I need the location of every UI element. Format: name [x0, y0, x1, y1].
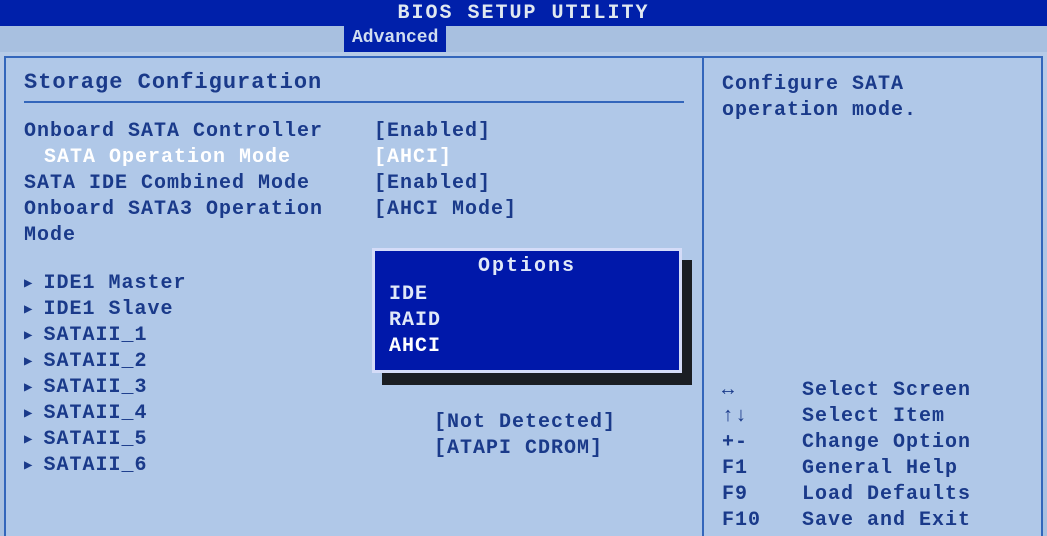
key-sym: F1 [722, 456, 802, 482]
key-select-screen: ↔ Select Screen [722, 378, 1023, 404]
section-title: Storage Configuration [24, 70, 684, 95]
device-label: SATAII_3 [43, 375, 373, 401]
help-text: Configure SATA operation mode. [722, 72, 1023, 124]
tab-bar: Advanced [0, 26, 1047, 52]
key-sym: ↔ [722, 378, 802, 404]
setting-onboard-sata[interactable]: Onboard SATA Controller [Enabled] [24, 119, 684, 145]
options-popup-title: Options [375, 251, 679, 282]
section-divider [24, 101, 684, 103]
setting-sata-operation-mode[interactable]: SATA Operation Mode [AHCI] [24, 145, 684, 171]
key-load-defaults: F9 Load Defaults [722, 482, 1023, 508]
key-change-option: +- Change Option [722, 430, 1023, 456]
key-sym: +- [722, 430, 802, 456]
visible-device-values: [Not Detected] [ATAPI CDROM] [434, 410, 616, 462]
setting-value: [Enabled] [374, 171, 491, 197]
device-label: SATAII_6 [43, 453, 373, 479]
option-ide[interactable]: IDE [375, 282, 679, 308]
device-value: [Not Detected] [434, 410, 616, 436]
bios-screen: BIOS SETUP UTILITY Advanced Storage Conf… [0, 0, 1047, 536]
main-area: Storage Configuration Onboard SATA Contr… [0, 52, 1047, 536]
left-panel: Storage Configuration Onboard SATA Contr… [4, 56, 704, 536]
device-sataii-3[interactable]: ▶ SATAII_3 [24, 375, 684, 401]
device-label: SATAII_5 [43, 427, 373, 453]
setting-label: Onboard SATA Controller [24, 119, 374, 145]
setting-label: SATA IDE Combined Mode [24, 171, 374, 197]
right-panel: Configure SATA operation mode. ↔ Select … [704, 56, 1043, 536]
submenu-arrow-icon: ▶ [24, 323, 33, 349]
key-sym: ↑↓ [722, 404, 802, 430]
setting-value: [AHCI Mode] [374, 197, 517, 249]
device-label: SATAII_1 [43, 323, 373, 349]
submenu-arrow-icon: ▶ [24, 297, 33, 323]
submenu-arrow-icon: ▶ [24, 349, 33, 375]
device-label: SATAII_2 [43, 349, 373, 375]
device-label: SATAII_4 [43, 401, 373, 427]
key-sym: F10 [722, 508, 802, 534]
setting-label: Onboard SATA3 Operation Mode [24, 197, 374, 249]
key-general-help: F1 General Help [722, 456, 1023, 482]
submenu-arrow-icon: ▶ [24, 375, 33, 401]
key-desc: General Help [802, 456, 958, 482]
tab-label: Advanced [352, 28, 438, 48]
key-desc: Load Defaults [802, 482, 971, 508]
setting-value: [Enabled] [374, 119, 491, 145]
option-ahci[interactable]: AHCI [375, 334, 679, 360]
submenu-arrow-icon: ▶ [24, 427, 33, 453]
submenu-arrow-icon: ▶ [24, 453, 33, 479]
key-sym: F9 [722, 482, 802, 508]
options-popup: Options IDE RAID AHCI [372, 248, 682, 373]
submenu-arrow-icon: ▶ [24, 271, 33, 297]
key-desc: Select Screen [802, 378, 971, 404]
setting-value: [AHCI] [374, 145, 452, 171]
setting-sata-ide-combined[interactable]: SATA IDE Combined Mode [Enabled] [24, 171, 684, 197]
device-value: [ATAPI CDROM] [434, 436, 616, 462]
key-select-item: ↑↓ Select Item [722, 404, 1023, 430]
device-label: IDE1 Slave [43, 297, 373, 323]
help-line: operation mode. [722, 98, 1023, 124]
device-label: IDE1 Master [43, 271, 373, 297]
submenu-arrow-icon: ▶ [24, 401, 33, 427]
key-save-exit: F10 Save and Exit [722, 508, 1023, 534]
setting-onboard-sata3[interactable]: Onboard SATA3 Operation Mode [AHCI Mode] [24, 197, 684, 249]
tab-advanced[interactable]: Advanced [344, 26, 446, 52]
key-desc: Select Item [802, 404, 945, 430]
bios-title: BIOS SETUP UTILITY [397, 2, 649, 25]
key-desc: Change Option [802, 430, 971, 456]
title-bar: BIOS SETUP UTILITY [0, 0, 1047, 26]
setting-label: SATA Operation Mode [24, 145, 374, 171]
key-desc: Save and Exit [802, 508, 971, 534]
key-legend: ↔ Select Screen ↑↓ Select Item +- Change… [722, 378, 1023, 534]
option-raid[interactable]: RAID [375, 308, 679, 334]
help-line: Configure SATA [722, 72, 1023, 98]
